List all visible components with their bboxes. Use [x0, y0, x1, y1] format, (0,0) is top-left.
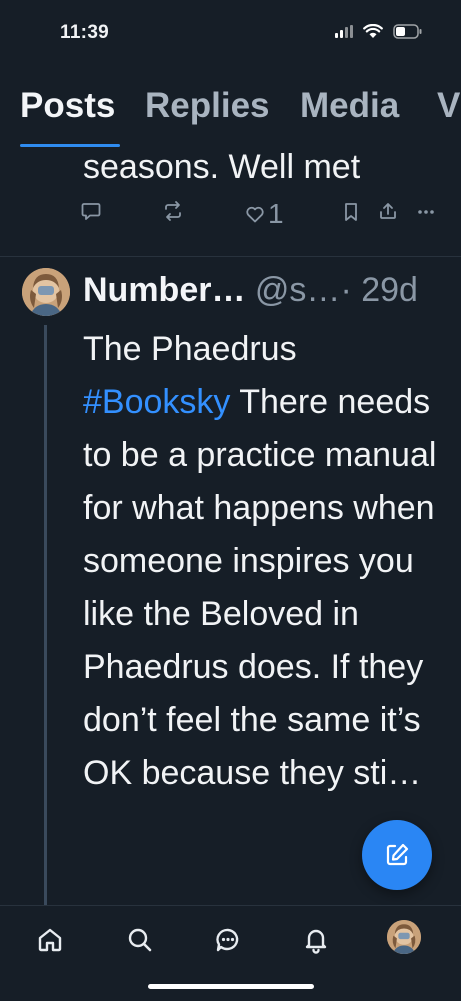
- bell-icon: [305, 929, 327, 954]
- search-icon: [128, 928, 152, 952]
- like-button[interactable]: 1: [244, 198, 284, 230]
- tab-replies[interactable]: Replies: [145, 86, 270, 126]
- wifi-icon: [363, 24, 383, 38]
- post-age: 29d: [361, 271, 418, 309]
- post-header: Number… @s…· 29d: [83, 271, 418, 310]
- profile-tabs: Posts Replies Media V: [0, 70, 461, 150]
- status-icons: [335, 24, 423, 39]
- avatar-image: [22, 268, 70, 316]
- repost-arrows-icon: [165, 201, 181, 221]
- previous-post-actions: 1: [80, 198, 450, 238]
- status-time: 11:39: [60, 22, 110, 43]
- nav-home[interactable]: [32, 922, 68, 958]
- heart-icon: [246, 206, 264, 223]
- nav-profile-avatar[interactable]: [387, 920, 421, 954]
- more-options-button[interactable]: [416, 202, 436, 222]
- thread-line: [44, 325, 47, 907]
- repost-button[interactable]: [162, 200, 184, 222]
- author-name[interactable]: Number…: [83, 271, 245, 309]
- nav-search[interactable]: [122, 922, 158, 958]
- ellipsis-icon: [418, 210, 434, 214]
- tab-posts[interactable]: Posts: [20, 86, 115, 126]
- post[interactable]: Number… @s…· 29d The Phaedrus #Booksky T…: [0, 257, 461, 907]
- like-count: 1: [268, 198, 284, 229]
- nav-messages[interactable]: [210, 922, 246, 958]
- hashtag-link[interactable]: #Booksky: [83, 383, 230, 421]
- avatar-image: [387, 920, 421, 954]
- post-text: The Phaedrus #Booksky There needs to be …: [83, 323, 453, 800]
- share-button[interactable]: [378, 201, 398, 221]
- bookmark-icon: [345, 203, 357, 221]
- header-separator: ·: [340, 271, 352, 309]
- avatar[interactable]: [22, 268, 70, 316]
- bookmark-button[interactable]: [342, 202, 360, 222]
- cellular-signal-icon: [335, 25, 353, 38]
- active-tab-indicator: [20, 144, 120, 147]
- post-text-body: There needs to be a practice manual for …: [83, 383, 437, 792]
- share-icon: [380, 203, 396, 219]
- pencil-square-icon: [386, 843, 409, 866]
- status-bar: 11:39: [0, 0, 461, 70]
- nav-notifications[interactable]: [298, 922, 334, 958]
- reply-button[interactable]: [80, 200, 102, 222]
- compose-button[interactable]: [362, 820, 432, 890]
- author-handle[interactable]: @s…: [255, 271, 341, 309]
- chat-bubble-icon: [216, 928, 239, 952]
- post-text-intro: The Phaedrus: [83, 330, 297, 368]
- tab-media[interactable]: Media: [300, 86, 399, 126]
- previous-post-text: seasons. Well met: [83, 148, 361, 186]
- speech-bubble-icon: [81, 203, 101, 220]
- home-indicator: [148, 984, 314, 989]
- tab-next[interactable]: V: [437, 86, 460, 126]
- battery-icon: [393, 24, 422, 39]
- home-icon: [38, 928, 62, 952]
